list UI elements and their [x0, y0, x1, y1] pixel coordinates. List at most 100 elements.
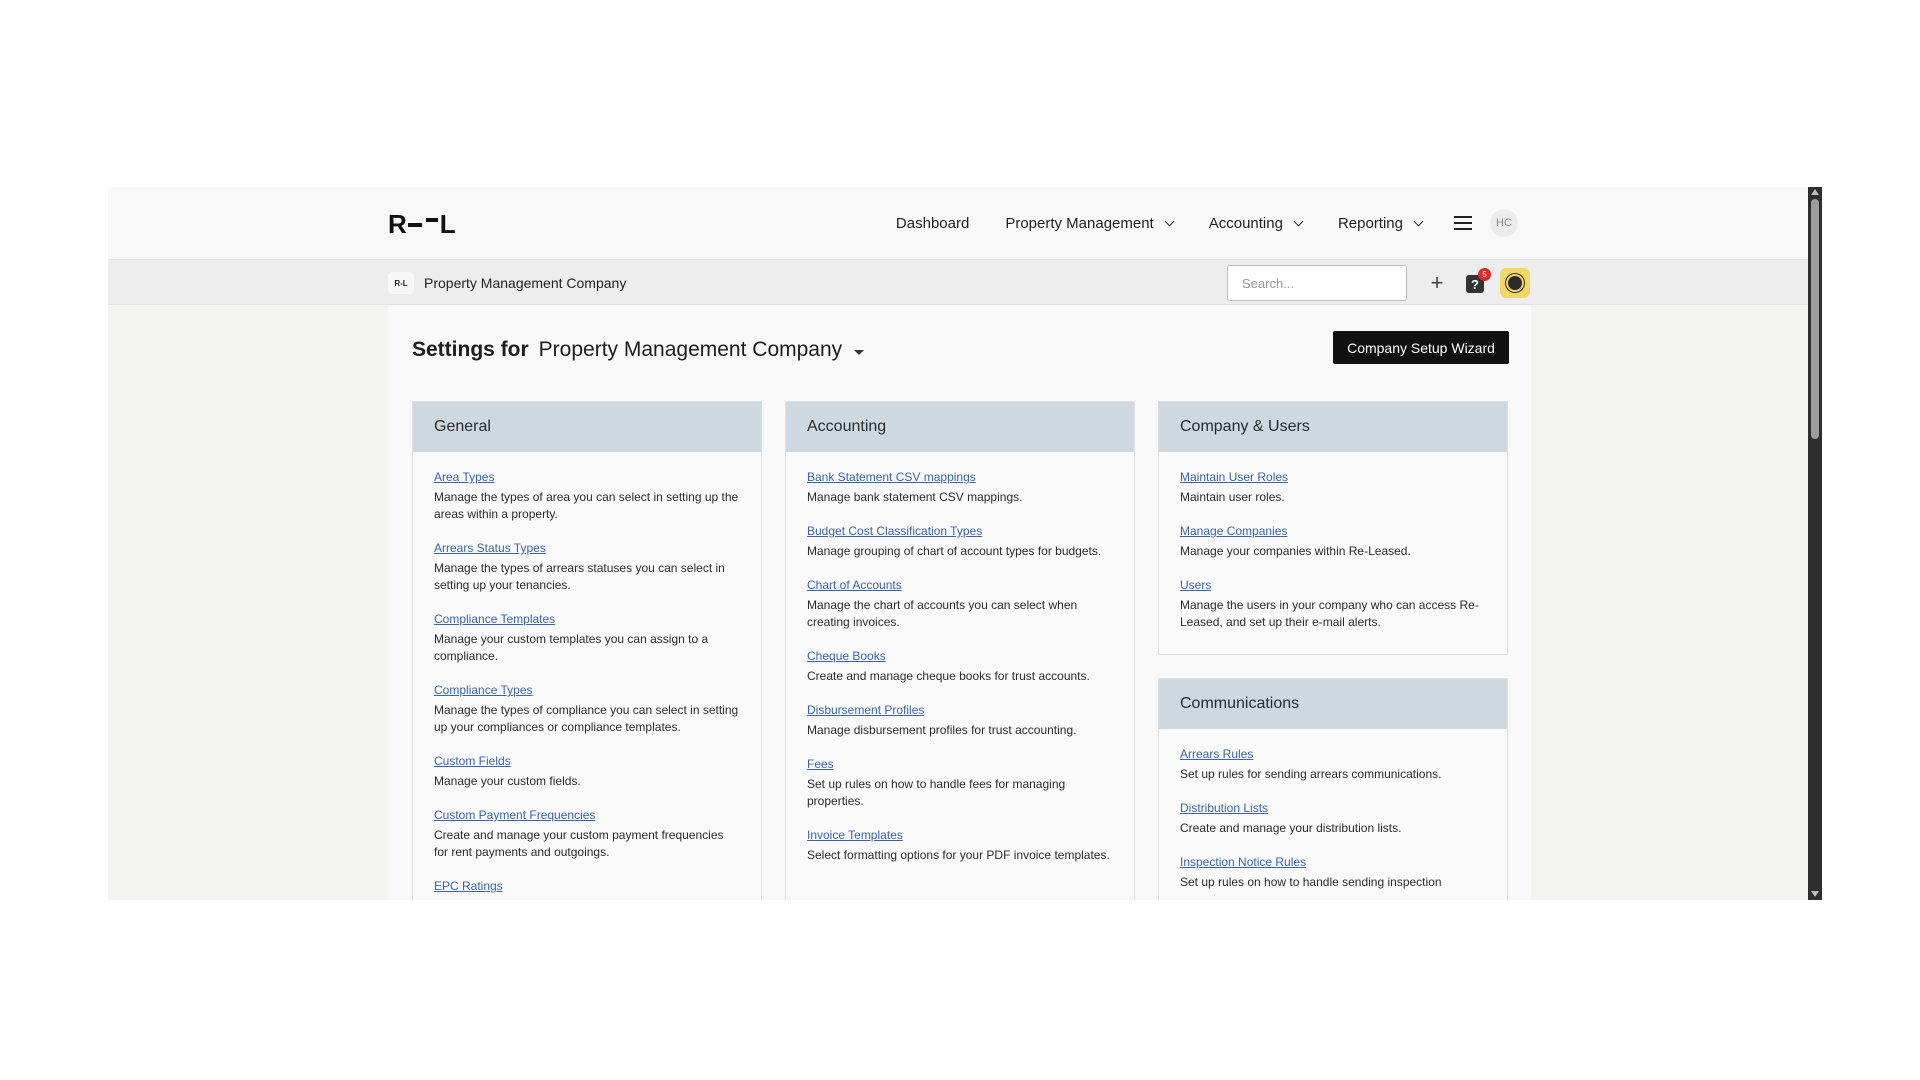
card-body: Bank Statement CSV mappings Manage bank s…: [786, 452, 1134, 864]
user-avatar[interactable]: HC: [1490, 209, 1518, 237]
settings-description: Manage the types of area you can select …: [434, 490, 739, 521]
top-navigation: R L Dashboard Property Management Accoun…: [108, 187, 1808, 259]
accounting-card: Accounting Bank Statement CSV mappings Ma…: [785, 401, 1135, 900]
scroll-up-arrow-icon[interactable]: [1811, 189, 1819, 195]
settings-description: Manage grouping of chart of account type…: [807, 544, 1102, 558]
settings-link[interactable]: Distribution Lists: [1180, 801, 1486, 815]
settings-description: Set up rules on how to handle fees for m…: [807, 777, 1066, 808]
support-chat-face: [1506, 274, 1524, 292]
settings-link[interactable]: Invoice Templates: [807, 828, 1113, 842]
settings-description: Manage disbursement profiles for trust a…: [807, 723, 1077, 737]
company-switcher[interactable]: R-L Property Management Company: [388, 270, 626, 296]
settings-link[interactable]: Arrears Rules: [1180, 747, 1486, 761]
settings-item: Compliance Templates Manage your custom t…: [434, 612, 740, 665]
settings-link[interactable]: Users: [1180, 578, 1486, 592]
company-bar: R-L Property Management Company + ? 5: [108, 259, 1808, 305]
logo-dash-short: [407, 223, 422, 227]
nav-accounting[interactable]: Accounting: [1191, 215, 1320, 232]
released-logo[interactable]: R L: [388, 208, 456, 239]
settings-item: Arrears Status Types Manage the types of …: [434, 541, 740, 594]
settings-item: Inspection Notice Rules Set up rules on h…: [1180, 855, 1486, 891]
settings-item: Disbursement Profiles Manage disbursement…: [807, 703, 1113, 739]
card-body: Area Types Manage the types of area you c…: [413, 452, 761, 893]
settings-item: Users Manage the users in your company wh…: [1180, 578, 1486, 631]
settings-description: Manage the types of compliance you can s…: [434, 703, 739, 734]
general-card: General Area Types Manage the types of ar…: [412, 401, 762, 900]
settings-description: Maintain user roles.: [1180, 490, 1285, 504]
settings-item: EPC Ratings: [434, 879, 740, 893]
browser-viewport: R L Dashboard Property Management Accoun…: [108, 187, 1822, 900]
card-title: Company & Users: [1159, 402, 1507, 452]
settings-item: Invoice Templates Select formatting optio…: [807, 828, 1113, 864]
card-title: Accounting: [786, 402, 1134, 452]
settings-link[interactable]: Fees: [807, 757, 1113, 771]
card-body: Maintain User Roles Maintain user roles. …: [1159, 452, 1507, 631]
hamburger-line: [1454, 216, 1472, 218]
settings-description: Manage your custom templates you can ass…: [434, 632, 709, 663]
settings-item: Cheque Books Create and manage cheque boo…: [807, 649, 1113, 685]
settings-description: Set up rules for sending arrears communi…: [1180, 767, 1442, 781]
settings-link[interactable]: Budget Cost Classification Types: [807, 524, 1113, 538]
settings-link[interactable]: EPC Ratings: [434, 879, 740, 893]
settings-item: Arrears Rules Set up rules for sending ar…: [1180, 747, 1486, 783]
search-input[interactable]: [1227, 265, 1407, 301]
support-chat-icon[interactable]: [1500, 268, 1530, 298]
settings-description: Set up rules on how to handle sending in…: [1180, 875, 1442, 889]
settings-item: Fees Set up rules on how to handle fees f…: [807, 757, 1113, 810]
hamburger-line: [1454, 222, 1472, 224]
settings-description: Select formatting options for your PDF i…: [807, 848, 1110, 862]
settings-panel: Settings for Property Management Company…: [388, 305, 1531, 900]
chevron-down-icon: [1413, 216, 1424, 226]
settings-item: Manage Companies Manage your companies wi…: [1180, 524, 1486, 560]
settings-label: Settings for: [412, 338, 529, 361]
settings-item: Area Types Manage the types of area you c…: [434, 470, 740, 523]
logo-dash-raised: [425, 218, 438, 222]
settings-link[interactable]: Area Types: [434, 470, 740, 484]
chevron-down-icon: [1293, 216, 1304, 226]
settings-description: Create and manage your custom payment fr…: [434, 828, 724, 859]
scroll-down-arrow-icon[interactable]: [1811, 891, 1819, 897]
settings-link[interactable]: Custom Payment Frequencies: [434, 808, 740, 822]
card-body: Arrears Rules Set up rules for sending ar…: [1159, 729, 1507, 891]
settings-link[interactable]: Arrears Status Types: [434, 541, 740, 555]
settings-link[interactable]: Maintain User Roles: [1180, 470, 1486, 484]
settings-link[interactable]: Cheque Books: [807, 649, 1113, 663]
settings-link[interactable]: Custom Fields: [434, 754, 740, 768]
scrollbar-thumb[interactable]: [1811, 199, 1819, 439]
main-menu: Dashboard Property Management Accounting…: [878, 187, 1518, 259]
caret-down-icon[interactable]: [854, 349, 865, 355]
settings-description: Manage your companies within Re-Leased.: [1180, 544, 1411, 558]
communications-card: Communications Arrears Rules Set up rules…: [1158, 678, 1508, 900]
nav-reporting[interactable]: Reporting: [1320, 215, 1440, 232]
settings-link[interactable]: Manage Companies: [1180, 524, 1486, 538]
card-title: General: [413, 402, 761, 452]
vertical-scrollbar[interactable]: [1808, 187, 1822, 900]
settings-description: Manage your custom fields.: [434, 774, 581, 788]
settings-item: Distribution Lists Create and manage your…: [1180, 801, 1486, 837]
settings-link[interactable]: Bank Statement CSV mappings: [807, 470, 1113, 484]
nav-dashboard[interactable]: Dashboard: [878, 215, 987, 232]
hamburger-menu-icon[interactable]: [1454, 216, 1472, 230]
settings-link[interactable]: Inspection Notice Rules: [1180, 855, 1486, 869]
nav-dashboard-label: Dashboard: [895, 214, 970, 232]
settings-item: Bank Statement CSV mappings Manage bank s…: [807, 470, 1113, 506]
add-new-icon[interactable]: +: [1424, 270, 1450, 296]
company-name: Property Management Company: [424, 275, 627, 291]
company-setup-wizard-button[interactable]: Company Setup Wizard: [1333, 331, 1509, 364]
hamburger-line: [1454, 228, 1472, 230]
settings-description: Create and manage your distribution list…: [1180, 821, 1402, 835]
settings-link[interactable]: Compliance Templates: [434, 612, 740, 626]
help-button[interactable]: ? 5: [1466, 268, 1491, 294]
company-selector[interactable]: Property Management Company: [539, 338, 843, 362]
settings-link[interactable]: Disbursement Profiles: [807, 703, 1113, 717]
notification-badge: 5: [1478, 268, 1491, 281]
logo-letter-right: L: [439, 208, 456, 239]
settings-description: Create and manage cheque books for trust…: [807, 669, 1090, 683]
settings-description: Manage the chart of accounts you can sel…: [807, 598, 1078, 629]
settings-link[interactable]: Chart of Accounts: [807, 578, 1113, 592]
nav-accounting-label: Accounting: [1208, 214, 1283, 232]
nav-property-management[interactable]: Property Management: [987, 215, 1190, 232]
page-title: Settings for Property Management Company: [412, 338, 865, 362]
settings-link[interactable]: Compliance Types: [434, 683, 740, 697]
settings-item: Maintain User Roles Maintain user roles.: [1180, 470, 1486, 506]
